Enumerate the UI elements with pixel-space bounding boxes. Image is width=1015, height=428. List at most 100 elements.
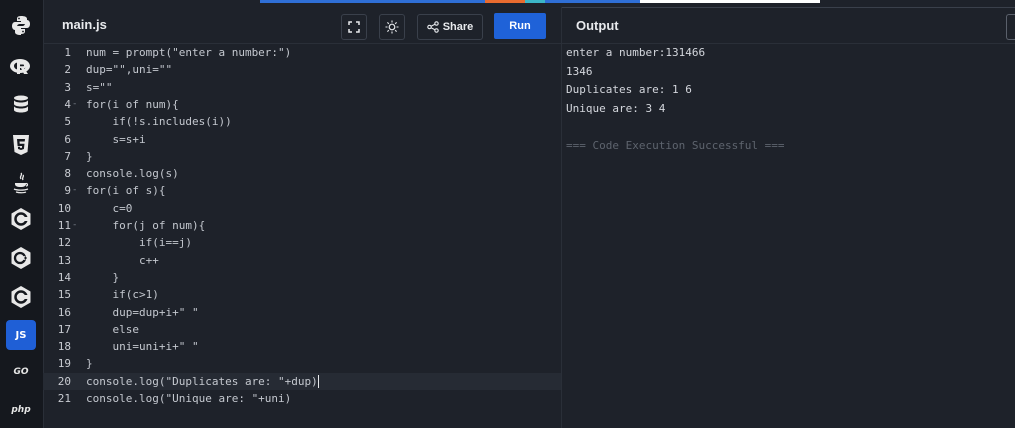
- fullscreen-icon: [348, 21, 360, 33]
- code-line[interactable]: 2 dup="",uni="": [43, 61, 561, 78]
- code-text: }: [86, 149, 93, 163]
- sidebar-item-go[interactable]: GO: [6, 357, 36, 387]
- sun-icon: [385, 20, 399, 34]
- php-icon: php: [11, 405, 31, 415]
- line-number: 17: [57, 322, 71, 336]
- line-number: 21: [57, 392, 71, 405]
- line-number: 2: [64, 63, 71, 77]
- code-line[interactable]: 4- for(i of num){: [43, 96, 561, 113]
- code-line[interactable]: 19}: [43, 355, 561, 372]
- text-cursor: [317, 375, 319, 389]
- code-line[interactable]: 16 dup=dup+i+" ": [43, 304, 561, 321]
- top-accent-strip: [260, 0, 820, 3]
- run-button[interactable]: Run: [494, 13, 546, 39]
- code-text: }: [86, 357, 93, 371]
- c-icon: [11, 208, 31, 230]
- output-header: Output: [562, 7, 1015, 44]
- sidebar-item-javascript[interactable]: JS: [6, 320, 36, 350]
- code-editor[interactable]: 1 num = prompt("enter a number:") 2 dup="",…: [43, 44, 561, 428]
- line-number: 5: [64, 115, 71, 129]
- theme-toggle-button[interactable]: [379, 14, 405, 40]
- code-text: for(i of s){: [86, 184, 166, 198]
- output-console: enter a number:131466 1346 Duplicates are:…: [566, 44, 1006, 424]
- line-number: 15: [57, 288, 71, 302]
- code-text: if(!s.includes(i)): [86, 115, 232, 129]
- html5-icon: [13, 135, 29, 155]
- language-sidebar: JS GO php: [0, 0, 44, 428]
- code-text: console.log("Unique are: "+uni): [86, 392, 292, 405]
- code-text: c++: [86, 253, 159, 267]
- sidebar-item-php[interactable]: php: [6, 395, 36, 425]
- code-line[interactable]: 21 console.log("Unique are: "+uni): [43, 390, 561, 407]
- line-number: 1: [64, 46, 71, 59]
- javascript-icon: JS: [15, 329, 27, 341]
- code-text: if(i==j): [86, 236, 192, 250]
- code-line[interactable]: 5 if(!s.includes(i)): [43, 113, 561, 130]
- execution-status: === Code Execution Successful ===: [566, 138, 785, 152]
- sidebar-item-python[interactable]: [6, 10, 36, 40]
- fold-toggle-icon[interactable]: -: [72, 217, 77, 234]
- sidebar-item-csharp[interactable]: [6, 282, 36, 312]
- code-line[interactable]: 3 s="": [43, 79, 561, 96]
- line-number: 7: [64, 149, 71, 163]
- code-line[interactable]: 6 s=s+i: [43, 131, 561, 148]
- sidebar-item-html[interactable]: [6, 130, 36, 160]
- code-line[interactable]: 13 c++: [43, 252, 561, 269]
- code-line[interactable]: 8 console.log(s): [43, 165, 561, 182]
- line-number: 12: [57, 236, 71, 250]
- code-text: dup=dup+i+" ": [86, 305, 199, 319]
- code-text: console.log(s): [86, 167, 179, 181]
- csharp-icon: [11, 286, 31, 308]
- line-number: 6: [64, 132, 71, 146]
- line-number: 18: [57, 340, 71, 354]
- line-number: 8: [64, 167, 71, 181]
- code-line[interactable]: 10 c=0: [43, 200, 561, 217]
- sidebar-item-r[interactable]: [6, 52, 36, 82]
- code-line[interactable]: 1 num = prompt("enter a number:"): [43, 44, 561, 61]
- line-number: 3: [64, 80, 71, 94]
- output-line: Unique are: 3 4: [566, 101, 666, 115]
- sidebar-item-cpp[interactable]: [6, 243, 36, 273]
- java-icon: [13, 172, 29, 194]
- code-line[interactable]: 11- for(j of num){: [43, 217, 561, 234]
- line-number: 10: [57, 201, 71, 215]
- fold-toggle-icon[interactable]: -: [72, 96, 77, 113]
- code-text: else: [86, 322, 139, 336]
- python-icon: [12, 16, 30, 35]
- code-line[interactable]: 9- for(i of s){: [43, 182, 561, 199]
- editor-header: main.js Share Run: [43, 7, 561, 44]
- code-text: if(c>1): [86, 288, 159, 302]
- code-line[interactable]: 12 if(i==j): [43, 234, 561, 251]
- line-number: 20: [57, 374, 71, 388]
- code-text: s="": [86, 80, 113, 94]
- line-number: 19: [57, 357, 71, 371]
- code-text: s=s+i: [86, 132, 146, 146]
- code-text: dup="",uni="": [86, 63, 173, 77]
- file-tab[interactable]: main.js: [62, 17, 107, 32]
- sidebar-item-c[interactable]: [6, 204, 36, 234]
- output-title: Output: [576, 18, 619, 33]
- pane-divider[interactable]: [561, 7, 562, 428]
- code-text: for(i of num){: [86, 97, 179, 111]
- fullscreen-button[interactable]: [341, 14, 367, 40]
- cpp-icon: [11, 247, 31, 269]
- share-button[interactable]: Share: [417, 14, 483, 40]
- code-line[interactable]: 17 else: [43, 321, 561, 338]
- sidebar-item-sql[interactable]: [6, 90, 36, 120]
- r-icon: [10, 59, 30, 74]
- line-number: 14: [57, 270, 71, 284]
- code-line[interactable]: 7}: [43, 148, 561, 165]
- code-text: num = prompt("enter a number:"): [86, 46, 292, 59]
- code-line[interactable]: 15 if(c>1): [43, 286, 561, 303]
- code-text: c=0: [86, 201, 133, 215]
- line-number: 11: [57, 219, 71, 232]
- sidebar-item-java[interactable]: [6, 168, 36, 198]
- code-line[interactable]: 18 uni=uni+i+" ": [43, 338, 561, 355]
- line-number: 16: [57, 305, 71, 319]
- code-text: uni=uni+i+" ": [86, 340, 199, 354]
- code-text: for(j of num){: [86, 219, 206, 232]
- clear-button[interactable]: [1006, 14, 1015, 40]
- fold-toggle-icon[interactable]: -: [72, 182, 77, 199]
- code-line[interactable]: 20 console.log("Duplicates are: "+dup): [43, 372, 561, 390]
- code-line[interactable]: 14 }: [43, 269, 561, 286]
